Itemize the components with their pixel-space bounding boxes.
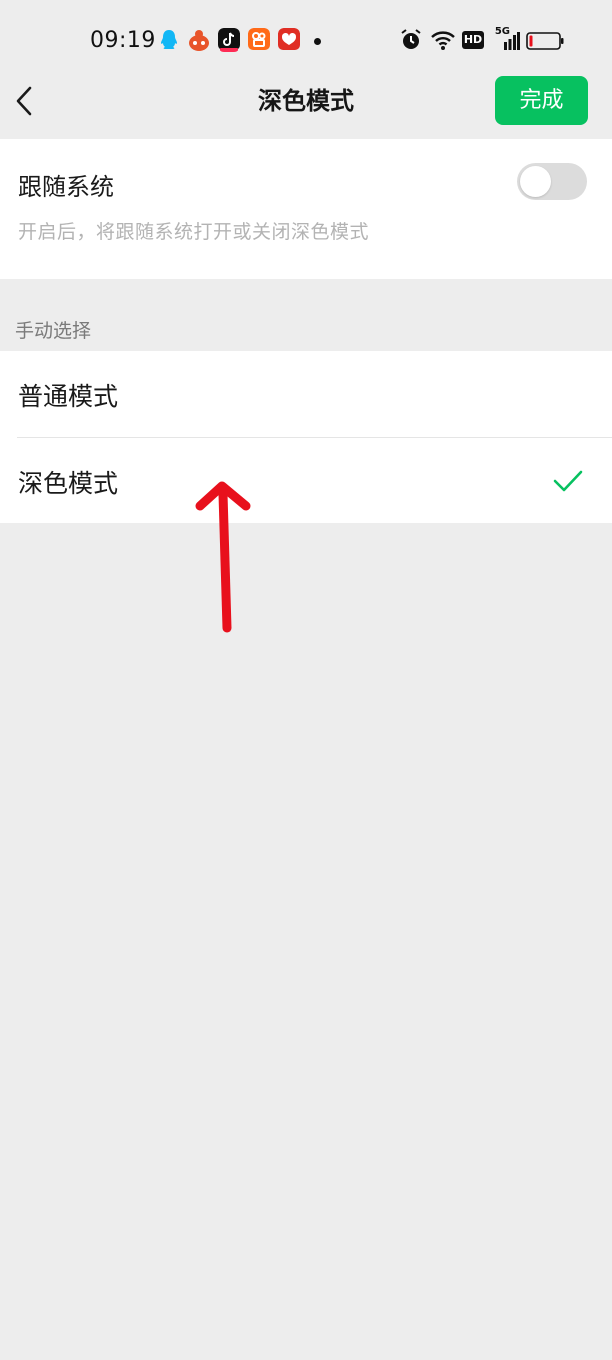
status-time: 09:19 (90, 28, 156, 53)
option-normal-mode[interactable]: 普通模式 (0, 351, 612, 438)
douyin-icon (218, 28, 240, 52)
follow-system-toggle[interactable] (517, 163, 587, 200)
option-label: 深色模式 (18, 469, 119, 498)
option-label: 普通模式 (18, 382, 119, 411)
follow-system-title: 跟随系统 (18, 173, 114, 201)
option-dark-mode[interactable]: 深色模式 (0, 438, 612, 524)
kuaishou-icon (248, 28, 270, 50)
manual-section-label: 手动选择 (15, 320, 92, 342)
done-button[interactable]: 完成 (495, 76, 588, 125)
qq-icon (161, 30, 177, 49)
mode-options-list: 普通模式 深色模式 (0, 351, 612, 523)
alarm-icon (401, 29, 421, 49)
follow-system-description: 开启后，将跟随系统打开或关闭深色模式 (18, 221, 370, 243)
more-notifications-dot (314, 38, 321, 45)
battery-icon (526, 32, 564, 50)
status-bar: 09:19 HD 5G (0, 0, 612, 84)
navigation-bar: 深色模式 完成 (0, 76, 612, 138)
toggle-knob (520, 166, 551, 197)
wifi-icon (431, 31, 455, 50)
annotation-arrow-icon (195, 481, 251, 633)
follow-system-panel: 跟随系统 开启后，将跟随系统打开或关闭深色模式 (0, 139, 612, 279)
pinduoduo-icon (278, 28, 300, 50)
taobao-icon (189, 30, 209, 51)
signal-5g-icon (504, 32, 520, 50)
hd-icon: HD (462, 31, 484, 49)
checkmark-icon (553, 470, 583, 492)
